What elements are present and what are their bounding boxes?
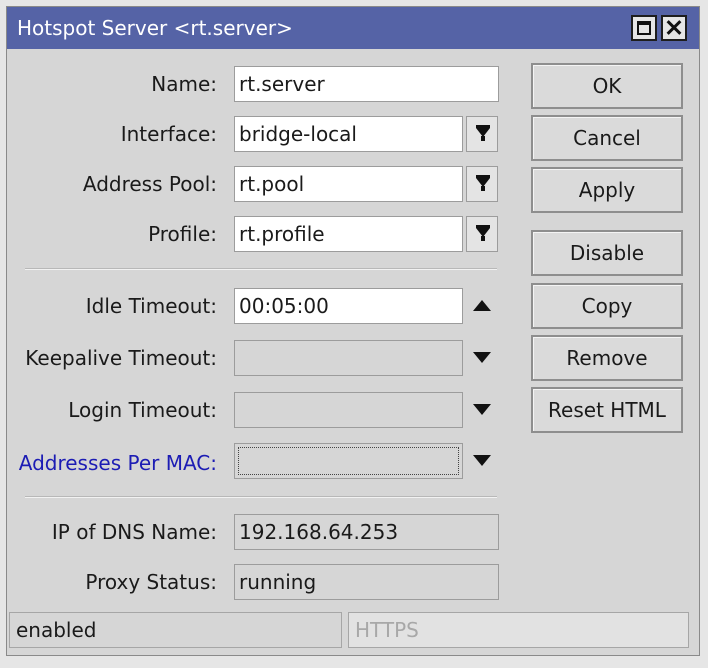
name-input[interactable]: rt.server	[234, 66, 499, 102]
idle-timeout-input[interactable]: 00:05:00	[234, 288, 463, 324]
address-pool-label: Address Pool:	[82, 172, 217, 196]
hotspot-server-window: Hotspot Server <rt.server> Name: rt.serv…	[6, 6, 700, 656]
name-label: Name:	[151, 72, 217, 96]
keepalive-timeout-input[interactable]	[234, 340, 463, 376]
ip-of-dns-name-value: 192.168.64.253	[234, 514, 499, 550]
close-button[interactable]	[661, 15, 687, 41]
remove-button[interactable]: Remove	[531, 335, 683, 381]
cancel-button[interactable]: Cancel	[531, 115, 683, 161]
arrow-down-icon[interactable]	[473, 404, 491, 415]
title-bar[interactable]: Hotspot Server <rt.server>	[7, 7, 699, 49]
copy-button[interactable]: Copy	[531, 283, 683, 329]
addresses-per-mac-input[interactable]	[234, 443, 463, 479]
focus-indicator	[238, 447, 459, 475]
status-protocol: HTTPS	[348, 612, 689, 648]
profile-dropdown-button[interactable]	[466, 216, 498, 252]
arrow-up-icon[interactable]	[473, 300, 491, 311]
ip-of-dns-name-label: IP of DNS Name:	[51, 520, 217, 544]
arrow-down-icon[interactable]	[473, 352, 491, 363]
section-divider	[25, 496, 497, 498]
address-pool-input[interactable]: rt.pool	[234, 166, 463, 202]
maximize-button[interactable]	[631, 15, 657, 41]
keepalive-timeout-label: Keepalive Timeout:	[25, 346, 217, 370]
disable-button[interactable]: Disable	[531, 230, 683, 276]
status-enabled: enabled	[9, 612, 342, 648]
idle-timeout-label: Idle Timeout:	[85, 294, 217, 318]
profile-label: Profile:	[148, 222, 217, 246]
reset-html-button[interactable]: Reset HTML	[531, 387, 683, 433]
address-pool-dropdown-button[interactable]	[466, 166, 498, 202]
interface-dropdown-button[interactable]	[466, 116, 498, 152]
section-divider	[25, 268, 497, 270]
apply-button[interactable]: Apply	[531, 167, 683, 213]
window-title: Hotspot Server <rt.server>	[17, 16, 293, 40]
login-timeout-input[interactable]	[234, 392, 463, 428]
interface-input[interactable]: bridge-local	[234, 116, 463, 152]
login-timeout-label: Login Timeout:	[68, 398, 217, 422]
arrow-down-icon[interactable]	[473, 455, 491, 466]
interface-label: Interface:	[120, 122, 217, 146]
proxy-status-label: Proxy Status:	[85, 570, 217, 594]
proxy-status-value: running	[234, 564, 499, 600]
profile-input[interactable]: rt.profile	[234, 216, 463, 252]
maximize-icon	[637, 21, 651, 35]
ok-button[interactable]: OK	[531, 63, 683, 109]
addresses-per-mac-label: Addresses Per MAC:	[18, 451, 217, 475]
